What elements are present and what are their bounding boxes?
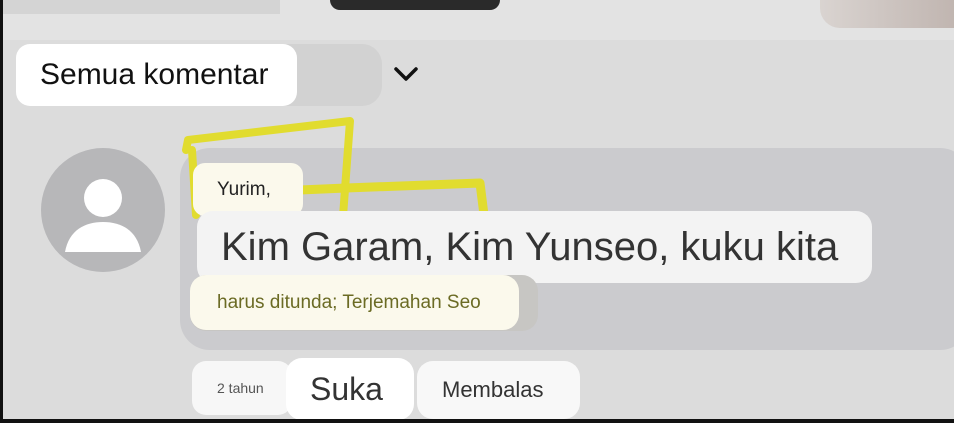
screen-edge [0, 419, 954, 423]
like-button[interactable]: Suka [286, 358, 414, 420]
media-image-part [330, 0, 500, 10]
media-preview-strip [0, 0, 954, 40]
default-avatar-icon [65, 179, 141, 252]
reply-button[interactable]: Membalas [417, 361, 580, 419]
media-image-part [820, 0, 954, 28]
comments-screen: Semua komentar Yurim, Kim Garam, Kim Yun… [0, 0, 954, 423]
comment-text-line-1: Kim Garam, Kim Yunseo, kuku kita [197, 211, 872, 283]
chevron-down-icon[interactable] [392, 62, 420, 86]
screen-edge [0, 0, 3, 423]
comment-text-line-2: harus ditunda; Terjemahan Seo [190, 275, 519, 330]
avatar[interactable] [41, 148, 165, 272]
comment-filter-label[interactable]: Semua komentar [16, 44, 297, 106]
comment-author[interactable]: Yurim, [193, 163, 303, 216]
media-fade [0, 0, 280, 14]
comment-timestamp: 2 tahun [192, 361, 292, 415]
